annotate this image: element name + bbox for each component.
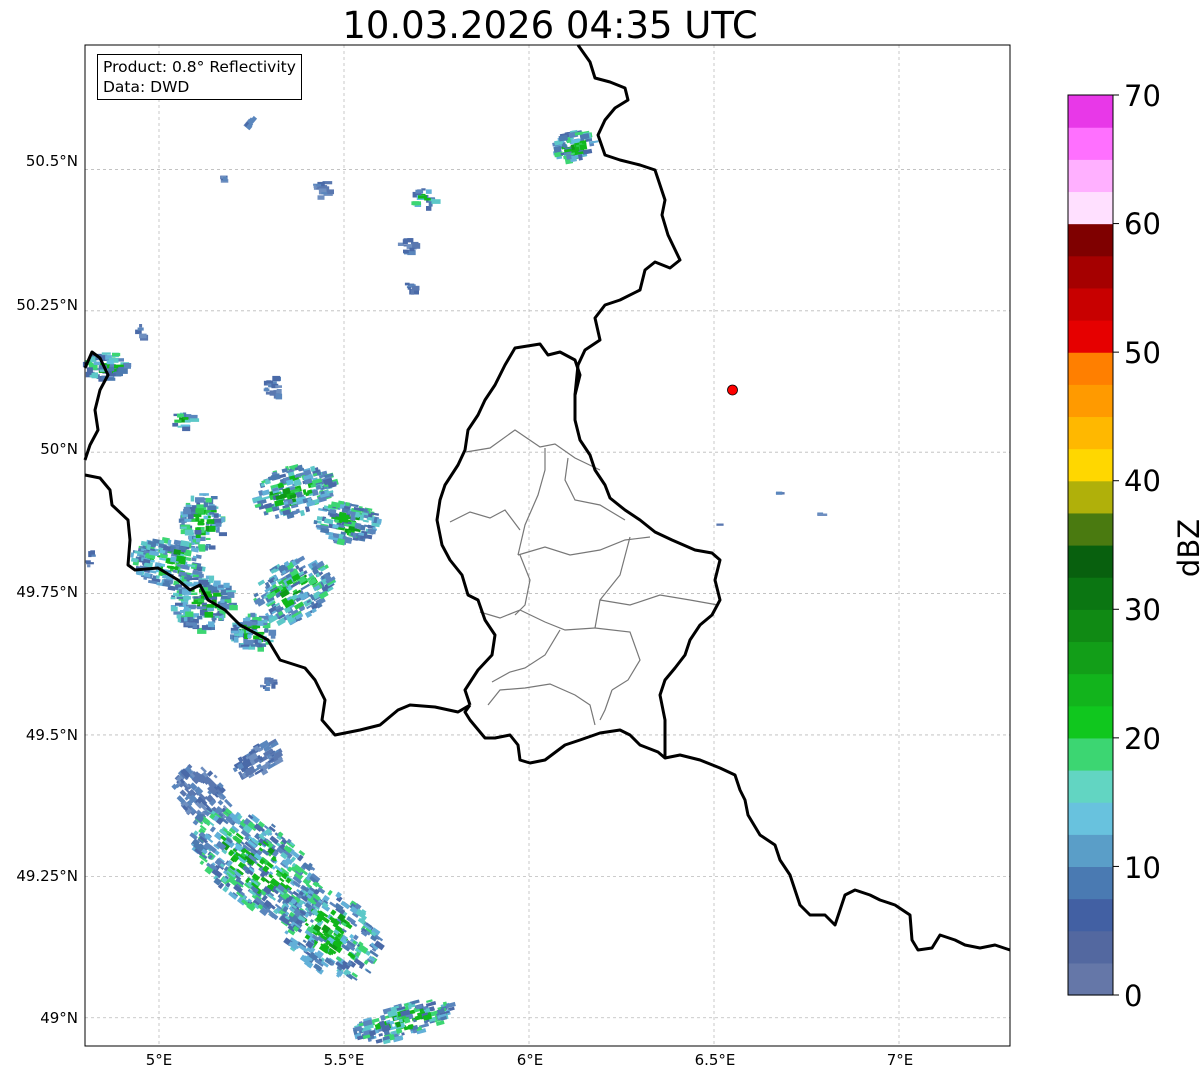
colorbar-tick-label: 70 xyxy=(1124,79,1161,113)
echo-cell xyxy=(397,238,421,256)
echo-cell xyxy=(85,550,96,568)
colorbar-segment xyxy=(1068,770,1113,803)
colorbar-segment xyxy=(1068,320,1113,353)
product-info-box: Product: 0.8° Reflectivity Data: DWD xyxy=(97,54,302,100)
canton-borders xyxy=(449,429,719,726)
lat-tick-label: 49.75°N xyxy=(16,583,78,601)
colorbar-segment xyxy=(1068,480,1113,514)
echo-cell xyxy=(172,412,200,432)
echo-cell xyxy=(313,181,334,200)
colorbar-tick-label: 40 xyxy=(1124,464,1161,498)
lat-tick-label: 50°N xyxy=(40,440,78,458)
colorbar-segment xyxy=(1068,866,1113,900)
colorbar-segment xyxy=(1068,255,1113,289)
colorbar-tick-label: 0 xyxy=(1124,979,1143,1013)
map-title: 10.03.2026 04:35 UTC xyxy=(342,4,758,47)
colorbar-segment xyxy=(1068,384,1113,418)
lon-tick-label: 7°E xyxy=(886,1051,914,1069)
product-label: Product: 0.8° Reflectivity xyxy=(103,58,296,76)
colorbar-segment xyxy=(1068,577,1113,610)
colorbar-segment xyxy=(1068,448,1113,482)
colorbar-segment xyxy=(1068,705,1113,739)
colorbar-segment xyxy=(1068,609,1113,643)
echo-cell xyxy=(252,463,339,520)
echo-cell xyxy=(404,282,420,295)
colorbar-segment xyxy=(1068,512,1113,546)
colorbar-segment xyxy=(1068,352,1113,385)
colorbar-segment xyxy=(1068,962,1113,996)
echo-cell xyxy=(817,512,828,516)
colorbar-segment xyxy=(1068,737,1113,771)
lon-tick-label: 5°E xyxy=(145,1051,173,1069)
colorbar-label: dBZ xyxy=(1172,518,1202,578)
lat-tick-label: 50.5°N xyxy=(25,152,78,170)
lat-tick-label: 49.25°N xyxy=(16,867,78,885)
colorbar-segment xyxy=(1068,159,1113,193)
colorbar-segment xyxy=(1068,127,1113,160)
echo-cell xyxy=(232,738,284,781)
echo-cell xyxy=(220,175,229,183)
lon-tick-label: 6°E xyxy=(516,1051,544,1069)
lat-tick-label: 49.5°N xyxy=(25,726,78,744)
data-source-label: Data: DWD xyxy=(103,78,190,96)
echo-cell xyxy=(135,324,149,341)
radar-site-marker xyxy=(727,384,738,396)
colorbar-segment xyxy=(1068,641,1113,675)
lat-tick-label: 49°N xyxy=(40,1009,78,1027)
colorbar-segment xyxy=(1068,223,1113,257)
colorbar xyxy=(1067,94,1119,996)
colorbar-tick-label: 30 xyxy=(1124,593,1161,627)
echo-cell xyxy=(260,677,278,691)
colorbar-segment xyxy=(1068,191,1113,225)
colorbar-segment xyxy=(1068,898,1113,932)
colorbar-tick-label: 60 xyxy=(1124,207,1161,241)
echo-cell xyxy=(552,129,599,165)
colorbar-segment xyxy=(1068,834,1113,868)
echo-cell xyxy=(313,500,382,546)
radar-map xyxy=(82,44,1119,1047)
colorbar-segment xyxy=(1068,802,1113,835)
colorbar-segment xyxy=(1068,545,1113,578)
colorbar-segment xyxy=(1068,95,1113,128)
colorbar-tick-label: 50 xyxy=(1124,336,1161,370)
echo-cell xyxy=(263,375,283,400)
colorbar-segment xyxy=(1068,287,1113,321)
colorbar-segment xyxy=(1068,673,1113,707)
echo-cell xyxy=(775,491,785,495)
echo-cell xyxy=(243,115,258,131)
echo-cell xyxy=(352,999,456,1045)
lon-tick-label: 6.5°E xyxy=(694,1051,736,1069)
colorbar-tick-label: 10 xyxy=(1124,851,1161,885)
colorbar-segment xyxy=(1068,930,1113,964)
lat-tick-label: 50.25°N xyxy=(16,296,78,314)
echo-cell xyxy=(411,188,441,211)
colorbar-segment xyxy=(1068,416,1113,450)
lon-tick-label: 5.5°E xyxy=(323,1051,365,1069)
echo-cell xyxy=(716,523,724,526)
colorbar-tick-label: 20 xyxy=(1124,722,1161,756)
